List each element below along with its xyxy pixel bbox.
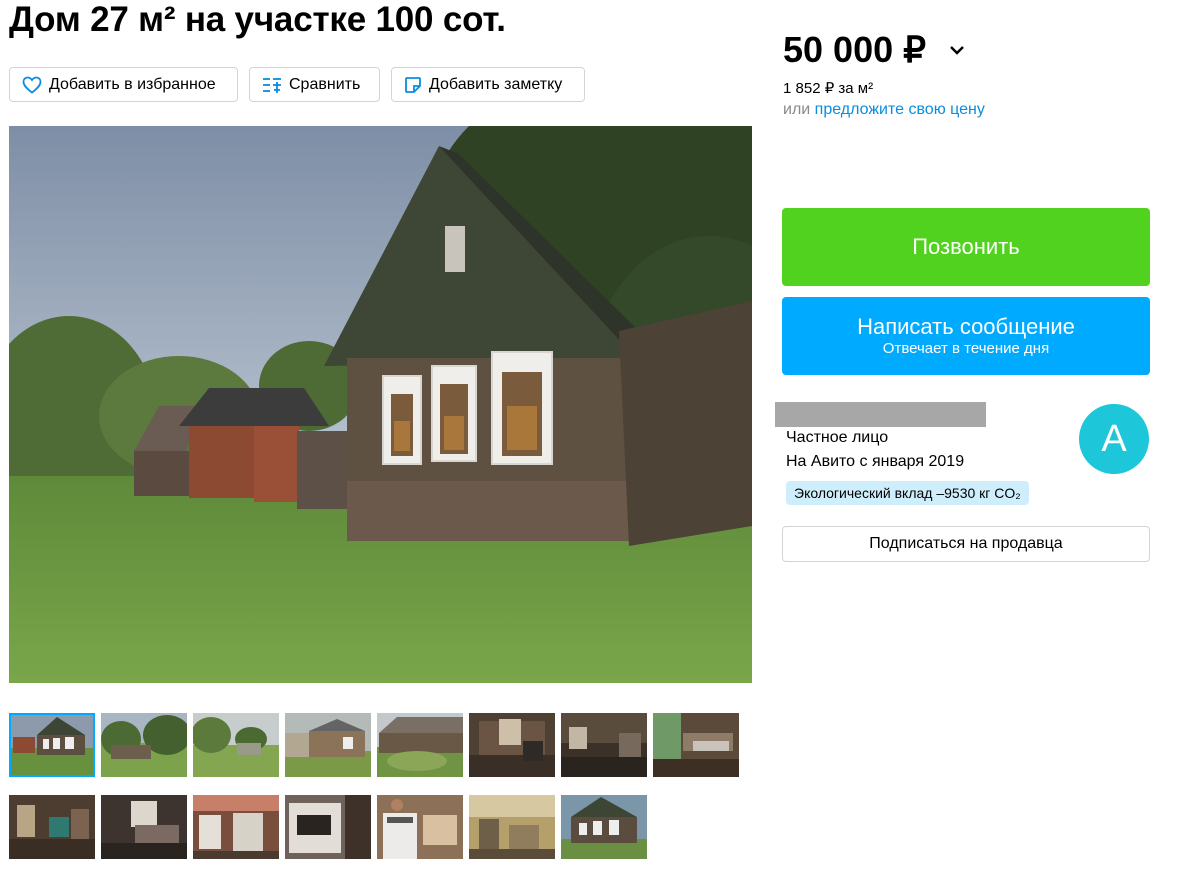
main-photo[interactable] bbox=[9, 126, 752, 683]
thumbnail[interactable] bbox=[561, 713, 647, 777]
chevron-down-icon bbox=[950, 46, 964, 55]
message-label: Написать сообщение bbox=[857, 314, 1075, 339]
compare-label: Сравнить bbox=[289, 75, 361, 93]
thumbnail[interactable] bbox=[101, 713, 187, 777]
thumbnail[interactable] bbox=[469, 795, 555, 859]
seller-avatar[interactable]: А bbox=[1079, 404, 1149, 474]
heart-icon bbox=[22, 76, 42, 94]
call-label: Позвонить bbox=[912, 234, 1020, 259]
seller-type: Частное лицо bbox=[786, 429, 889, 446]
eco-badge: Экологический вклад –9530 кг CO₂ bbox=[786, 481, 1029, 505]
thumbnail[interactable] bbox=[285, 795, 371, 859]
note-icon bbox=[405, 76, 421, 93]
seller-since: На Авито с января 2019 bbox=[786, 453, 965, 470]
thumbnail[interactable] bbox=[377, 795, 463, 859]
offer-prefix: или bbox=[783, 101, 811, 118]
thumbnail[interactable] bbox=[193, 713, 279, 777]
compare-button[interactable]: Сравнить bbox=[249, 67, 380, 102]
call-button[interactable]: Позвонить bbox=[782, 208, 1150, 286]
add-note-button[interactable]: Добавить заметку bbox=[391, 67, 585, 102]
write-message-button[interactable]: Написать сообщение Отвечает в течение дн… bbox=[782, 297, 1150, 375]
price: 50 000 ₽ bbox=[783, 28, 985, 72]
thumbnail[interactable] bbox=[469, 713, 555, 777]
thumbnail[interactable] bbox=[9, 713, 95, 777]
thumbnail[interactable] bbox=[9, 795, 95, 859]
favorite-label: Добавить в избранное bbox=[49, 75, 216, 93]
listing-title: Дом 27 м² на участке 100 сот. bbox=[9, 0, 506, 39]
thumbnail[interactable] bbox=[285, 713, 371, 777]
add-to-favorites-button[interactable]: Добавить в избранное bbox=[9, 67, 238, 102]
listing-actions: Добавить в избранное Сравнить Добавить з… bbox=[9, 67, 585, 102]
thumbnail[interactable] bbox=[561, 795, 647, 859]
thumbnail[interactable] bbox=[101, 795, 187, 859]
thumbnail[interactable] bbox=[193, 795, 279, 859]
price-value: 50 000 ₽ bbox=[783, 29, 927, 70]
message-response-time: Отвечает в течение дня bbox=[882, 340, 1050, 357]
price-per-sqm: 1 852 ₽ за м² bbox=[783, 80, 874, 97]
price-block: 50 000 ₽ 1 852 ₽ за м² или предложите св… bbox=[783, 28, 985, 119]
thumbnail[interactable] bbox=[377, 713, 463, 777]
subscribe-seller-button[interactable]: Подписаться на продавца bbox=[782, 526, 1150, 562]
note-label: Добавить заметку bbox=[429, 75, 563, 93]
thumbnail[interactable] bbox=[653, 713, 739, 777]
thumbnail-gallery bbox=[9, 713, 752, 869]
seller-name-redacted bbox=[775, 402, 986, 427]
price-history-toggle[interactable] bbox=[948, 41, 966, 59]
offer-price-link[interactable]: предложите свою цену bbox=[815, 101, 985, 118]
compare-icon bbox=[263, 77, 281, 93]
offer-line: или предложите свою цену bbox=[783, 101, 985, 119]
subscribe-label: Подписаться на продавца bbox=[869, 535, 1063, 552]
